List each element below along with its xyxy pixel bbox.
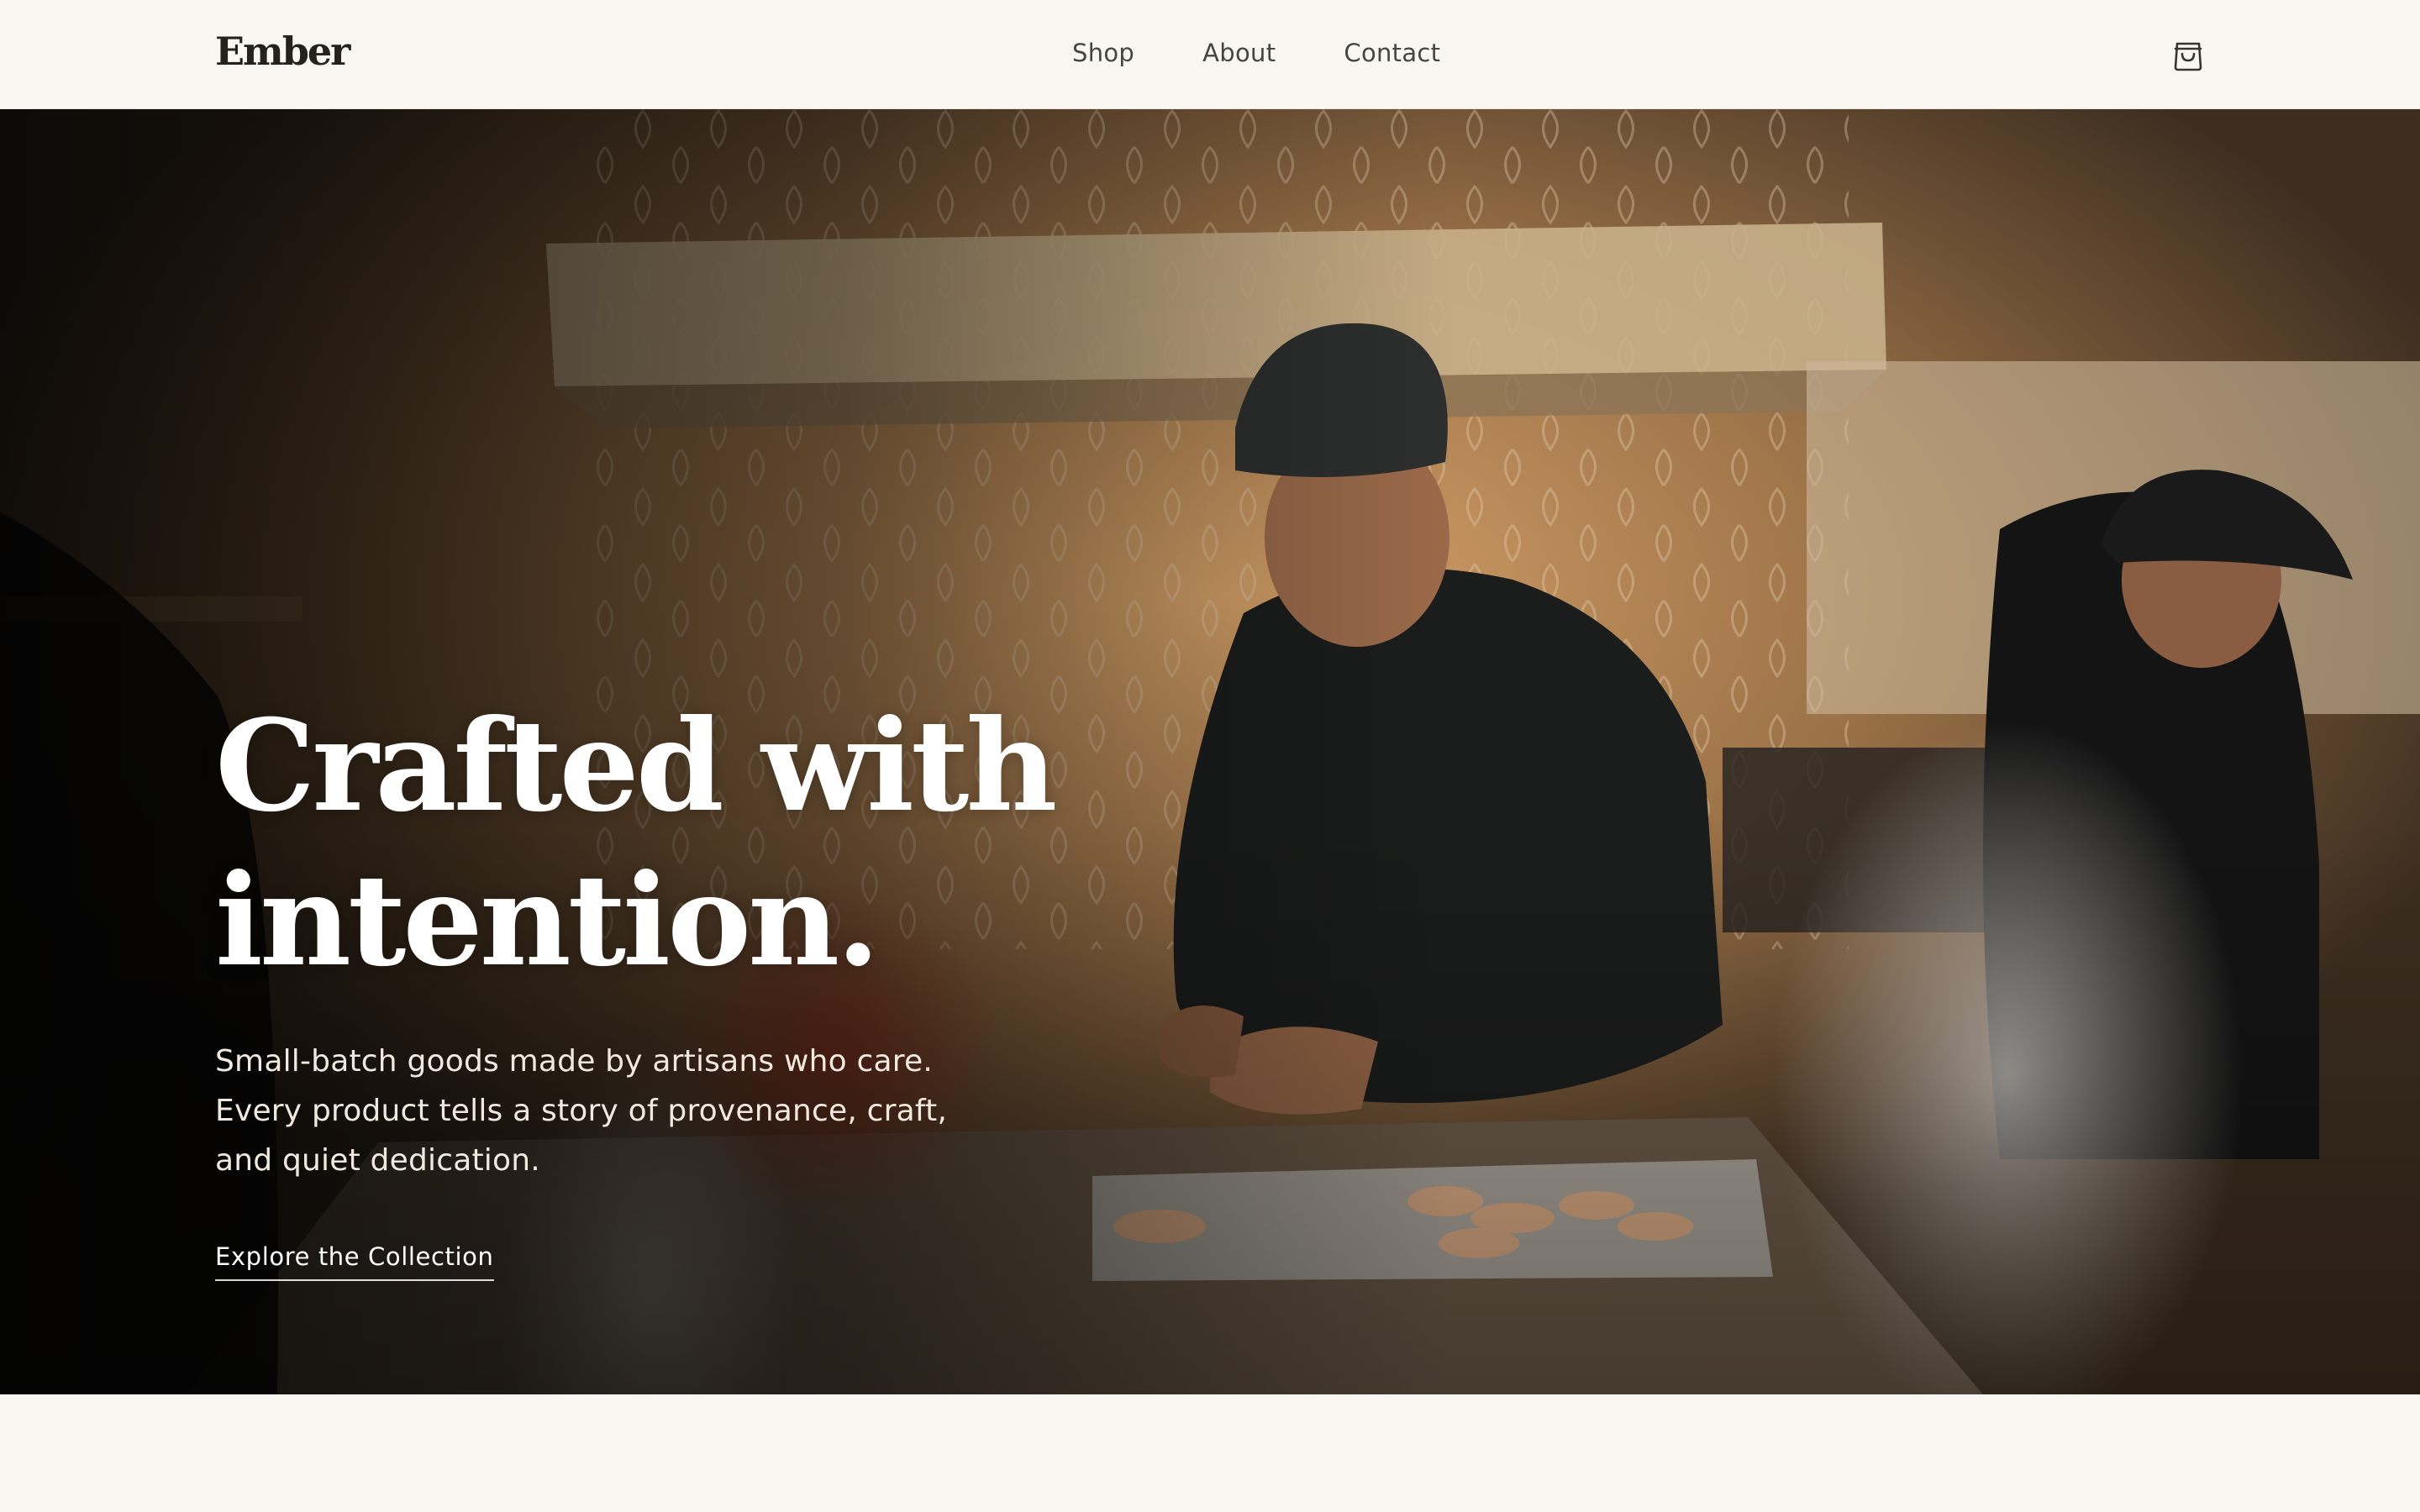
- hero-title-line-2: intention.: [215, 847, 880, 995]
- hero-content: Crafted with intention. Small-batch good…: [215, 689, 1139, 1281]
- nav-link-contact[interactable]: Contact: [1344, 39, 1440, 67]
- page-below-hero: [0, 1394, 2420, 1512]
- top-navigation: Ember Shop About Contact: [0, 0, 2420, 109]
- brand-logo[interactable]: Ember: [215, 29, 350, 74]
- nav-link-about[interactable]: About: [1202, 39, 1276, 67]
- shopping-bag-icon[interactable]: [2171, 37, 2205, 72]
- hero-title-line-1: Crafted with: [215, 692, 1057, 840]
- hero-title: Crafted with intention.: [215, 689, 1139, 998]
- nav-links: Shop About Contact: [1072, 39, 1440, 67]
- hero-section: Crafted with intention. Small-batch good…: [0, 109, 2420, 1394]
- hero-subtitle: Small-batch goods made by artisans who c…: [215, 1044, 948, 1178]
- explore-collection-link[interactable]: Explore the Collection: [215, 1242, 494, 1281]
- nav-link-shop[interactable]: Shop: [1072, 39, 1134, 67]
